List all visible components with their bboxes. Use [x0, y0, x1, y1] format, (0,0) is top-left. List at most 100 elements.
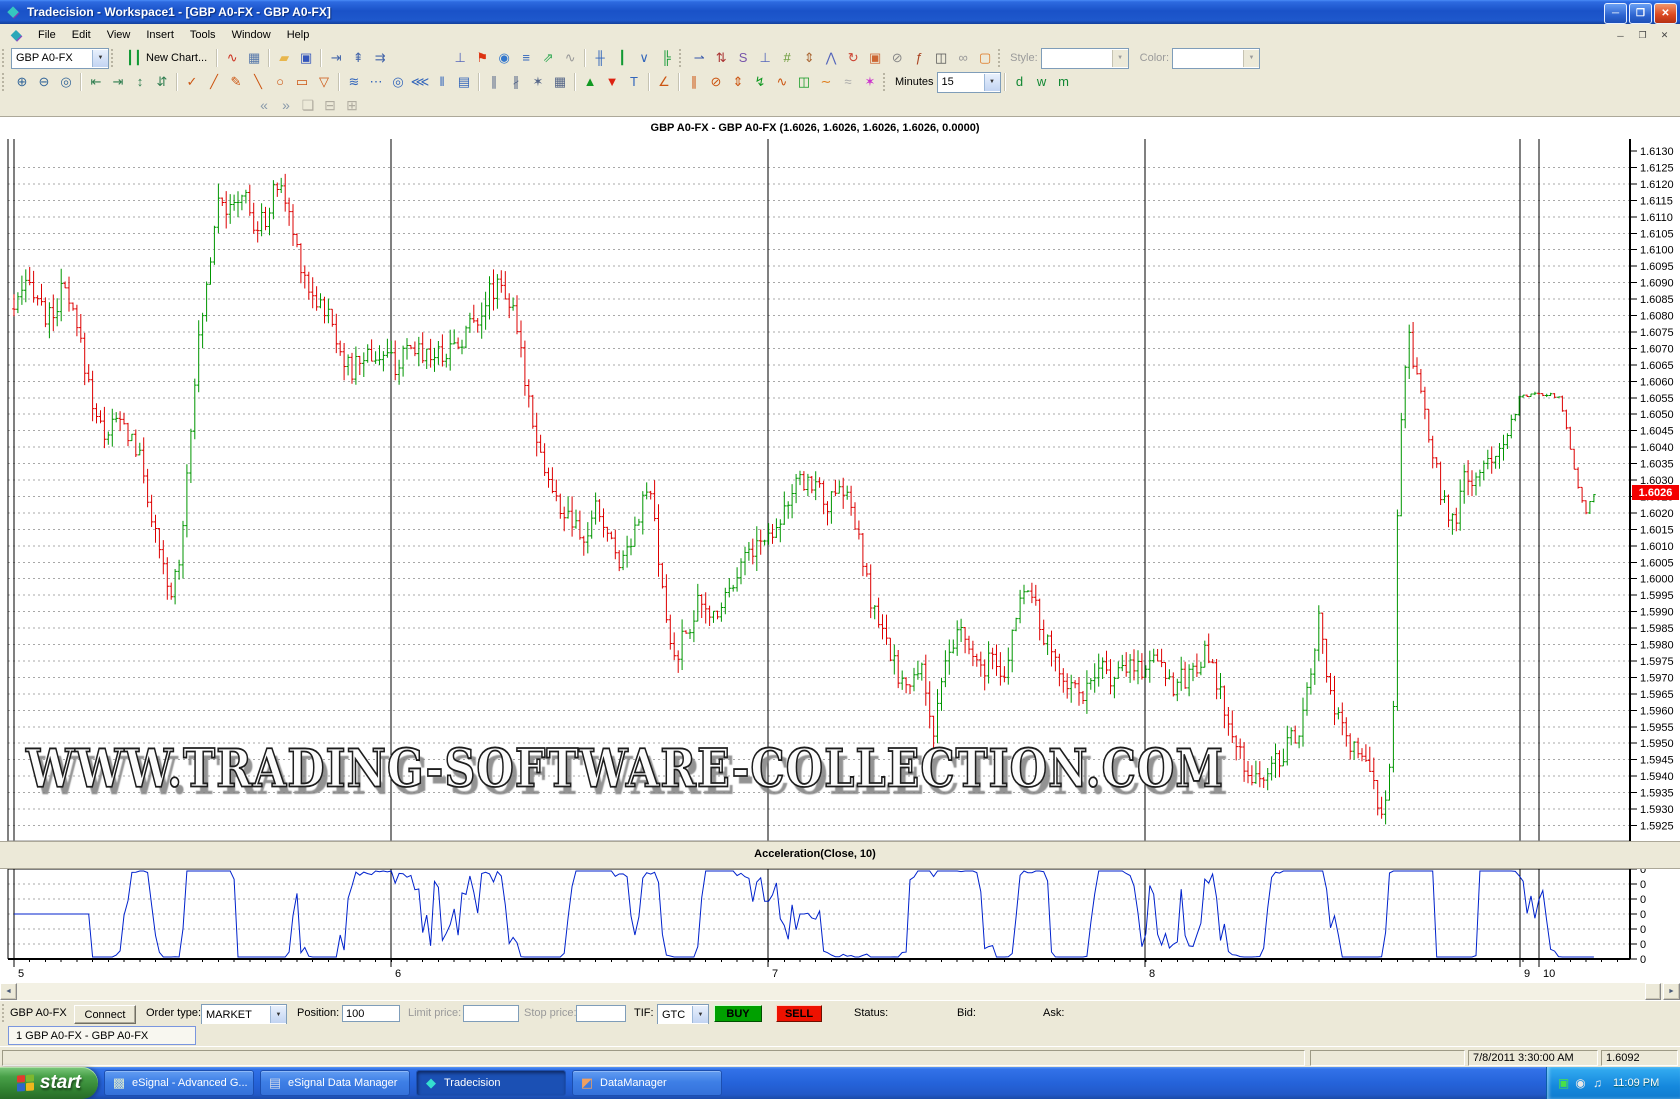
- angle-icon[interactable]: ∠: [653, 72, 675, 92]
- wave-icon[interactable]: ∼: [815, 72, 837, 92]
- zoom-in-icon[interactable]: ⊕: [11, 72, 33, 92]
- rectangle-icon[interactable]: ▭: [291, 72, 313, 92]
- data-table-icon[interactable]: ▦: [243, 48, 265, 68]
- auto-trade-icon[interactable]: ⋀: [820, 48, 842, 68]
- datamanager-tray-icon[interactable]: ◉: [1572, 1073, 1589, 1093]
- volume-histogram-icon[interactable]: ⊥: [449, 48, 471, 68]
- pitchfork-icon[interactable]: ✶: [527, 72, 549, 92]
- import-data-icon[interactable]: ⇥: [325, 48, 347, 68]
- toolbar-grip[interactable]: [883, 73, 890, 91]
- trendline-icon[interactable]: ╱: [203, 72, 225, 92]
- compress-bars-icon[interactable]: ⇵: [151, 72, 173, 92]
- strategy-list-icon[interactable]: ≡: [515, 48, 537, 68]
- first-bar-icon[interactable]: ⇤: [85, 72, 107, 92]
- menu-file[interactable]: File: [30, 27, 64, 44]
- chevron-down-icon[interactable]: ▼: [984, 74, 1000, 91]
- network-status-icon[interactable]: ▣: [1555, 1073, 1572, 1093]
- links-icon[interactable]: ∞: [952, 48, 974, 68]
- n-bars-icon[interactable]: ◫: [793, 72, 815, 92]
- dll-icon[interactable]: ◫: [930, 48, 952, 68]
- ohlc-style-icon[interactable]: ╫: [589, 48, 611, 68]
- tif-combo[interactable]: GTC ▼: [657, 1004, 709, 1025]
- forward-icon[interactable]: »: [275, 95, 297, 115]
- window-titlebar[interactable]: ◆ Tradecision - Workspace1 - [GBP A0-FX …: [0, 0, 1680, 24]
- back-icon[interactable]: «: [253, 95, 275, 115]
- parallel-lines-icon[interactable]: ∥: [483, 72, 505, 92]
- erase-icon[interactable]: ⊘: [886, 48, 908, 68]
- pointer-check-icon[interactable]: ✓: [181, 72, 203, 92]
- buy-button[interactable]: BUY: [714, 1005, 762, 1022]
- menu-edit[interactable]: Edit: [64, 27, 99, 44]
- minutes-combo[interactable]: 15 ▼: [937, 72, 1001, 93]
- task-esignal-data-manager[interactable]: ▤eSignal Data Manager: [260, 1070, 410, 1096]
- toolbar-grip[interactable]: [111, 49, 118, 67]
- order-box-icon[interactable]: ▣: [864, 48, 886, 68]
- ellipse-icon[interactable]: ○: [269, 72, 291, 92]
- toolbar-grip[interactable]: [679, 49, 686, 67]
- pan-icon[interactable]: ◎: [55, 72, 77, 92]
- position-icon[interactable]: ⇕: [798, 48, 820, 68]
- chart-window[interactable]: 1.61301.61251.61201.61151.61101.61051.61…: [0, 116, 1680, 1000]
- monthly-period-icon[interactable]: m: [1053, 72, 1075, 92]
- scroll-thumb[interactable]: [1645, 983, 1661, 1000]
- menu-view[interactable]: View: [99, 27, 139, 44]
- tray-clock[interactable]: 11:09 PM: [1613, 1077, 1659, 1089]
- chevron-down-icon[interactable]: ▼: [92, 50, 108, 67]
- toolbar-grip[interactable]: [2, 1004, 8, 1022]
- gann-lines-icon[interactable]: ∦: [505, 72, 527, 92]
- fib-retracement-icon[interactable]: ≋: [343, 72, 365, 92]
- send-order-icon[interactable]: ⇀: [688, 48, 710, 68]
- child-minimize-button[interactable]: ─: [1611, 27, 1630, 44]
- alert-icon[interactable]: ⚑: [471, 48, 493, 68]
- tile-horizontal-icon[interactable]: ⊟: [319, 95, 341, 115]
- new-chart-button[interactable]: ┃┃ New Chart...: [120, 48, 213, 68]
- half-line-icon[interactable]: ↯: [749, 72, 771, 92]
- search-pattern-icon[interactable]: ⊘: [705, 72, 727, 92]
- fib-timezones-icon[interactable]: ‖: [431, 72, 453, 92]
- connect-button[interactable]: Connect: [74, 1005, 136, 1024]
- cascade-windows-icon[interactable]: ❏: [297, 95, 319, 115]
- fit-vertical-icon[interactable]: ↕: [129, 72, 151, 92]
- refresh-table-icon[interactable]: ↻: [842, 48, 864, 68]
- pencil-icon[interactable]: ✎: [225, 72, 247, 92]
- triangle-icon[interactable]: ▽: [313, 72, 335, 92]
- fib-fan-icon[interactable]: ⋘: [409, 72, 431, 92]
- menu-help[interactable]: Help: [279, 27, 318, 44]
- toolbar-grip[interactable]: [998, 49, 1005, 67]
- fx-icon[interactable]: ƒ: [908, 48, 930, 68]
- sell-arrow-icon[interactable]: ▼: [601, 72, 623, 92]
- task-datamanager[interactable]: ◩DataManager: [572, 1070, 722, 1096]
- save-icon[interactable]: ▣: [295, 48, 317, 68]
- toolbar-grip[interactable]: [2, 73, 9, 91]
- buy-arrow-icon[interactable]: ▲: [579, 72, 601, 92]
- sim-trade-icon[interactable]: S: [732, 48, 754, 68]
- tab-gbp-a0-fx[interactable]: 1 GBP A0-FX - GBP A0-FX: [8, 1026, 196, 1045]
- range-measure-icon[interactable]: ⇕: [727, 72, 749, 92]
- zoom-out-icon[interactable]: ⊖: [33, 72, 55, 92]
- toolbar-grip[interactable]: [2, 49, 9, 67]
- updown-order-icon[interactable]: ⇅: [710, 48, 732, 68]
- menu-insert[interactable]: Insert: [138, 27, 182, 44]
- select-region-icon[interactable]: ▢: [974, 48, 996, 68]
- strategy-builder-icon[interactable]: ⇗: [537, 48, 559, 68]
- bar-style-icon[interactable]: ╠: [655, 48, 677, 68]
- chevron-down-icon[interactable]: ▼: [270, 1006, 286, 1023]
- start-button[interactable]: start: [0, 1067, 98, 1099]
- symbol-combo[interactable]: GBP A0-FX ▼: [11, 48, 109, 69]
- limit-price-input[interactable]: [463, 1005, 519, 1022]
- strategy-tester-icon[interactable]: ∿: [559, 48, 581, 68]
- chart-trade-icon[interactable]: ⊥: [754, 48, 776, 68]
- task-esignal-advanced-g[interactable]: ▩eSignal - Advanced G...: [104, 1070, 254, 1096]
- task-tradecision[interactable]: ◆Tradecision: [416, 1070, 566, 1096]
- wave-faded-icon[interactable]: ≈: [837, 72, 859, 92]
- merge-pages-icon[interactable]: ⇉: [369, 48, 391, 68]
- chevron-down-icon[interactable]: ▼: [692, 1006, 708, 1023]
- chart-wizard-icon[interactable]: ∿: [221, 48, 243, 68]
- minimize-button[interactable]: ─: [1604, 3, 1627, 24]
- text-label-icon[interactable]: T: [623, 72, 645, 92]
- tile-vertical-icon[interactable]: ⊞: [341, 95, 363, 115]
- weekly-period-icon[interactable]: w: [1031, 72, 1053, 92]
- close-line-icon[interactable]: ∨: [633, 48, 655, 68]
- volume-icon[interactable]: ♫: [1589, 1073, 1606, 1093]
- numbers-icon[interactable]: #: [776, 48, 798, 68]
